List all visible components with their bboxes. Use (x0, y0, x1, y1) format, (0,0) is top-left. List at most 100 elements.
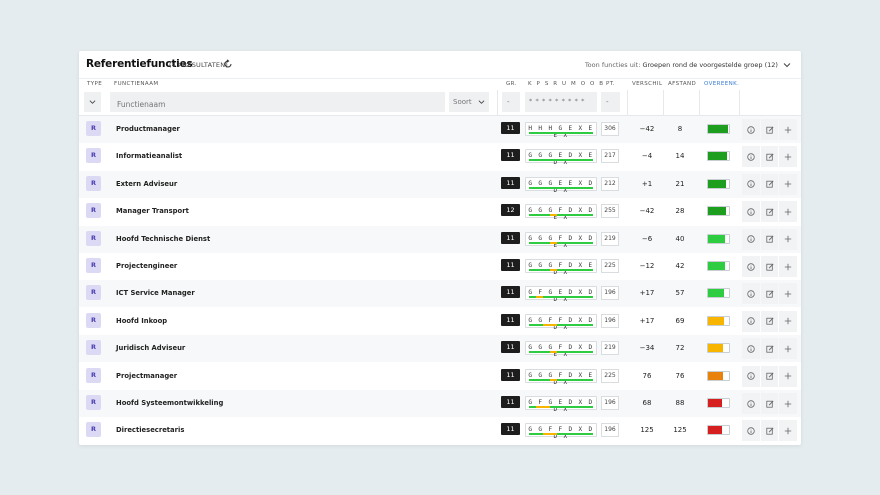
edit-button[interactable] (760, 283, 779, 305)
edit-button[interactable] (760, 420, 779, 442)
edit-button[interactable] (760, 393, 779, 414)
info-icon (747, 262, 755, 271)
col-header-verschil[interactable]: VERSCHIL (632, 81, 662, 87)
edit-button[interactable] (760, 119, 779, 140)
function-name[interactable]: Directiesecretaris (116, 426, 184, 434)
type-filter[interactable] (84, 92, 101, 112)
info-button[interactable] (742, 119, 760, 140)
function-name[interactable]: Informatieanalist (116, 152, 182, 160)
score-codes: G G F F D X D D X (525, 313, 597, 331)
add-button[interactable] (779, 119, 798, 140)
plus-icon (784, 372, 792, 380)
score-code-bar (564, 186, 572, 189)
score-code-bar (585, 186, 593, 189)
add-button[interactable] (779, 365, 798, 387)
table-row[interactable]: R Projectengineer 11 G G G F D X E D X 225 −1… (79, 253, 801, 280)
add-button[interactable] (779, 338, 798, 360)
edit-button[interactable] (760, 201, 779, 223)
function-name[interactable]: Juridisch Adviseur (116, 344, 185, 352)
table-row[interactable]: R Juridisch Adviseur 11 G G G F D X D E X 21… (79, 335, 801, 363)
divider (699, 90, 700, 116)
score-code-bar (557, 323, 565, 326)
edit-button[interactable] (760, 228, 779, 250)
function-name[interactable]: Hoofd Inkoop (116, 317, 167, 325)
edit-button[interactable] (760, 173, 779, 195)
gr-filter[interactable]: - (502, 92, 520, 112)
info-button[interactable] (742, 393, 760, 414)
table-row[interactable]: R Hoofd Technische Dienst 11 G G G F D X D … (79, 225, 801, 253)
edit-button[interactable] (760, 256, 779, 277)
edit-button[interactable] (760, 146, 779, 168)
table-row[interactable]: R ICT Service Manager 11 G F G E D X D D X 1… (79, 280, 801, 308)
edit-button[interactable] (760, 310, 779, 332)
score-code-bar (571, 296, 579, 299)
match-indicator (707, 315, 730, 326)
info-button[interactable] (742, 146, 760, 168)
table-row[interactable]: R Productmanager 11 H H H G E X E E X 306 −42… (79, 116, 801, 143)
refresh-icon[interactable] (223, 59, 233, 69)
info-button[interactable] (742, 256, 760, 277)
score-code-bar (585, 159, 593, 162)
edit-button[interactable] (760, 338, 779, 360)
edit-icon (765, 153, 774, 161)
pt-filter[interactable]: - (601, 92, 620, 112)
function-name[interactable]: Extern Adviseur (116, 180, 177, 188)
info-button[interactable] (742, 201, 760, 223)
match-fill (708, 399, 722, 407)
distance-value: 8 (677, 125, 683, 133)
add-button[interactable] (779, 173, 798, 195)
info-button[interactable] (742, 283, 760, 305)
difference-value: −34 (639, 344, 655, 353)
table-row[interactable]: R Extern Adviseur 11 G G G E E X D D X 212 +1… (79, 170, 801, 198)
type-badge: R (86, 395, 101, 410)
score-codes: G G G E D X E D X (525, 149, 597, 166)
score-code-bar (543, 296, 551, 299)
add-button[interactable] (779, 201, 798, 223)
function-name[interactable]: Projectmanager (116, 372, 177, 380)
edit-icon (765, 427, 774, 435)
function-name[interactable]: Hoofd Technische Dienst (116, 235, 210, 243)
function-name[interactable]: Manager Transport (116, 207, 189, 215)
score-code-bar (543, 132, 551, 134)
score-code-bar (557, 132, 565, 134)
divider (663, 90, 664, 116)
table-row[interactable]: R Informatieanalist 11 G G G E D X E D X 217… (79, 143, 801, 170)
add-button[interactable] (779, 283, 798, 305)
table-row[interactable]: R Manager Transport 12 G G G F D X D E X 255… (79, 198, 801, 225)
match-fill (708, 316, 724, 325)
score-code-bar (578, 269, 586, 271)
table-row[interactable]: R Hoofd Systeemontwikkeling 11 G F G E D X … (79, 390, 801, 417)
info-button[interactable] (742, 365, 760, 387)
codes-filter[interactable]: * * * * * * * * * (525, 92, 597, 112)
info-button[interactable] (742, 310, 760, 332)
name-search-input[interactable] (110, 94, 445, 115)
add-button[interactable] (779, 310, 798, 332)
function-name[interactable]: Hoofd Systeemontwikkeling (116, 399, 223, 407)
table-row[interactable]: R Directiesecretaris 11 G G F F D X D D X 19… (79, 417, 801, 444)
col-header-overeenk[interactable]: OVEREENK. (704, 81, 739, 87)
group-filter-select[interactable]: Toon functies uit: Groepen rond de voorg… (585, 61, 791, 69)
table-row[interactable]: R Hoofd Inkoop 11 G G F F D X D D X 196 +17 69 (79, 308, 801, 335)
match-indicator (707, 261, 730, 271)
row-actions (742, 338, 798, 360)
add-button[interactable] (779, 393, 798, 414)
table-row[interactable]: R Projectmanager 11 G G G F D X E D X 225 76 7… (79, 363, 801, 390)
name-filter[interactable] (110, 92, 445, 115)
points-value: 225 (601, 259, 619, 273)
info-button[interactable] (742, 420, 760, 442)
sort-select[interactable]: Soort (449, 92, 489, 112)
info-button[interactable] (742, 338, 760, 360)
add-button[interactable] (779, 256, 798, 277)
add-button[interactable] (779, 420, 798, 442)
result-count: (43 RESULTATEN) (169, 61, 228, 69)
plus-icon (784, 345, 792, 352)
info-button[interactable] (742, 173, 760, 195)
function-name[interactable]: Productmanager (116, 125, 180, 133)
add-button[interactable] (779, 146, 798, 168)
function-name[interactable]: Projectengineer (116, 262, 177, 270)
add-button[interactable] (779, 228, 798, 250)
function-name[interactable]: ICT Service Manager (116, 289, 195, 297)
col-header-afstand[interactable]: AFSTAND (668, 81, 696, 87)
info-button[interactable] (742, 228, 760, 250)
edit-button[interactable] (760, 365, 779, 387)
